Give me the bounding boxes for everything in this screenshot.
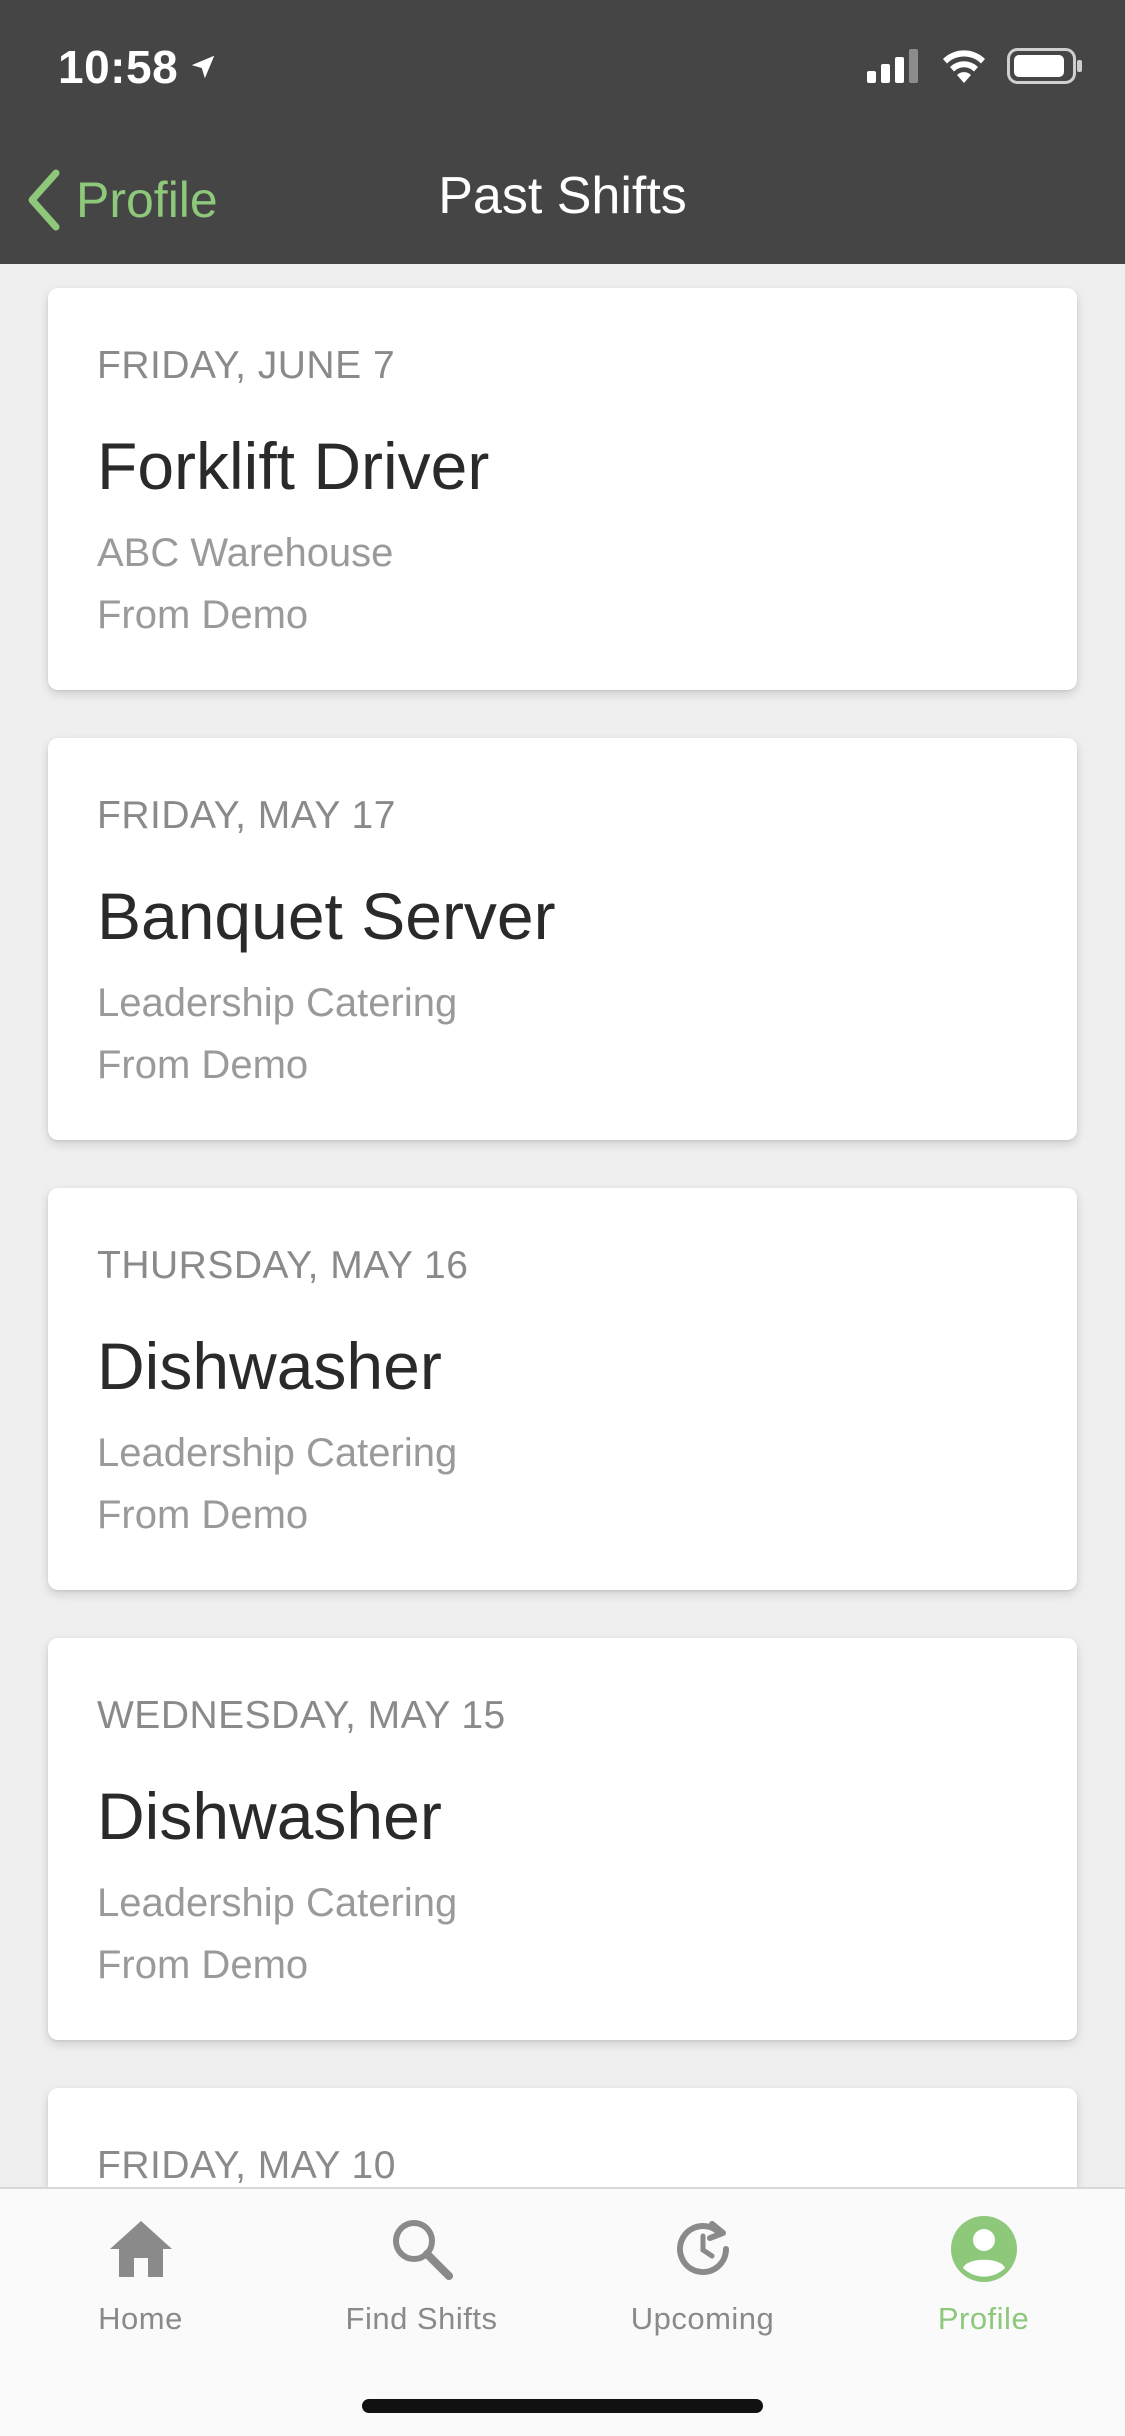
shift-company: Leadership Catering	[97, 981, 458, 1025]
shift-list: FRIDAY, JUNE 7 Forklift Driver ABC Wareh…	[0, 264, 1125, 2187]
tab-profile[interactable]: Profile	[843, 2213, 1124, 2343]
shift-date: FRIDAY, JUNE 7	[97, 344, 396, 387]
clock-history-icon	[667, 2213, 739, 2285]
home-indicator	[362, 2399, 763, 2413]
tab-find-shifts-label: Find Shifts	[345, 2301, 498, 2336]
screen: 10:58 Profile Past Shifts FRIDAY, JUNE 7…	[0, 0, 1125, 2436]
shift-title: Dishwasher	[97, 1329, 442, 1403]
shift-source: From Demo	[97, 1493, 309, 1537]
tab-profile-label: Profile	[937, 2301, 1030, 2336]
cellular-signal-icon	[867, 49, 918, 83]
shift-title: Dishwasher	[97, 1779, 442, 1853]
page-title: Past Shifts	[438, 167, 687, 225]
shift-title: Banquet Server	[97, 879, 556, 953]
shift-card[interactable]: FRIDAY, MAY 10	[48, 2088, 1077, 2187]
shift-date: THURSDAY, MAY 16	[97, 1244, 469, 1287]
battery-icon	[1007, 48, 1082, 84]
status-time-text: 10:58	[58, 41, 179, 93]
header: 10:58 Profile Past Shifts	[0, 0, 1125, 264]
shift-date: FRIDAY, MAY 10	[97, 2144, 396, 2187]
tab-upcoming[interactable]: Upcoming	[562, 2213, 843, 2343]
shift-date: FRIDAY, MAY 17	[97, 794, 396, 837]
tab-home-label: Home	[98, 2301, 183, 2336]
shift-title: Forklift Driver	[97, 429, 490, 503]
shift-card[interactable]: THURSDAY, MAY 16 Dishwasher Leadership C…	[48, 1188, 1077, 1590]
tab-find-shifts[interactable]: Find Shifts	[281, 2213, 562, 2343]
shift-card[interactable]: WEDNESDAY, MAY 15 Dishwasher Leadership …	[48, 1638, 1077, 2040]
shift-company: Leadership Catering	[97, 1881, 458, 1925]
wifi-icon	[943, 50, 985, 83]
location-arrow-icon	[191, 55, 215, 79]
shift-date: WEDNESDAY, MAY 15	[97, 1694, 506, 1737]
shift-source: From Demo	[97, 593, 309, 637]
status-icons	[867, 48, 1083, 84]
tab-home[interactable]: Home	[0, 2213, 281, 2343]
tab-upcoming-label: Upcoming	[630, 2301, 775, 2336]
home-icon	[105, 2213, 177, 2285]
search-icon	[386, 2213, 458, 2285]
profile-icon	[948, 2213, 1020, 2285]
shift-card[interactable]: FRIDAY, MAY 17 Banquet Server Leadership…	[48, 738, 1077, 1140]
shift-card[interactable]: FRIDAY, JUNE 7 Forklift Driver ABC Wareh…	[48, 288, 1077, 690]
shift-company: ABC Warehouse	[97, 531, 394, 575]
shift-company: Leadership Catering	[97, 1431, 458, 1475]
status-time: 10:58	[58, 40, 218, 94]
shift-source: From Demo	[97, 1043, 309, 1087]
shift-source: From Demo	[97, 1943, 309, 1987]
